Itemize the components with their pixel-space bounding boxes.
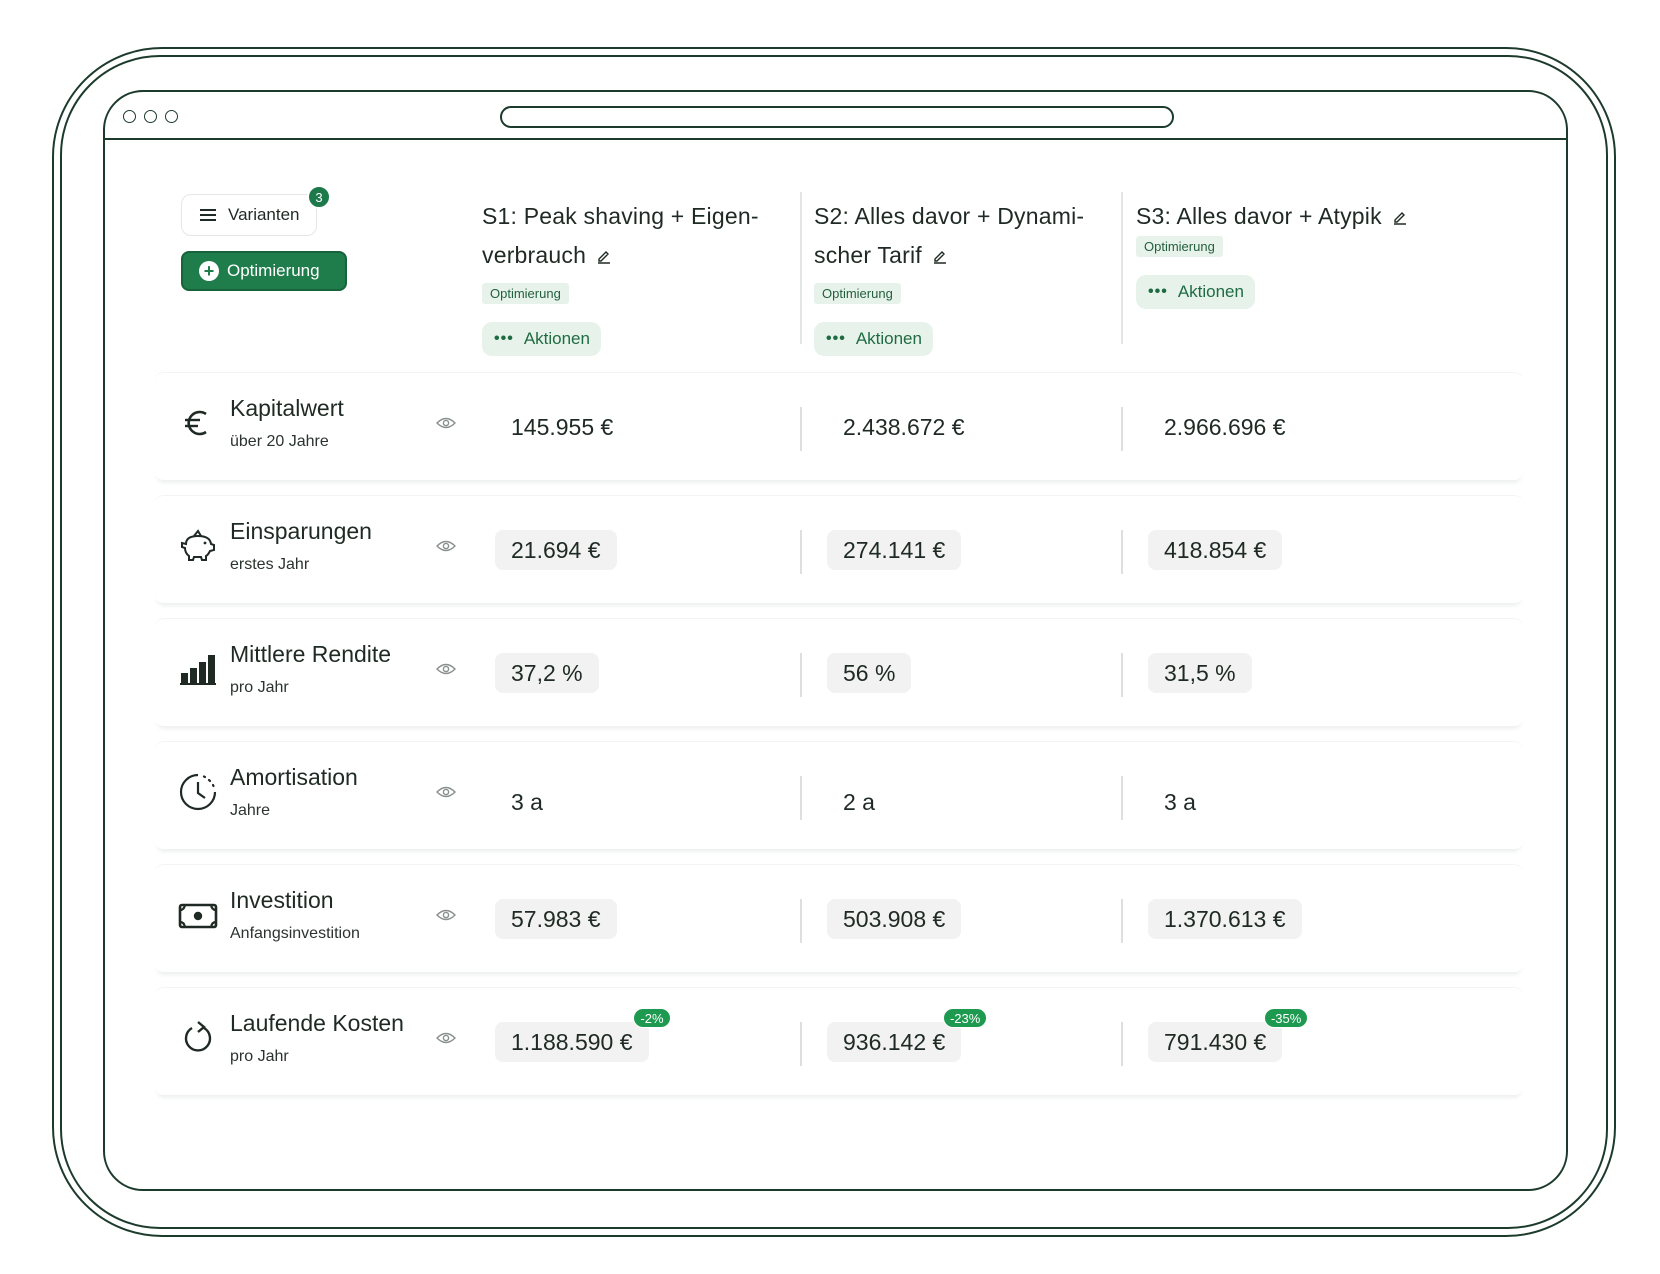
url-bar[interactable] (500, 106, 1174, 128)
row-divider (800, 530, 802, 574)
metric-row-einsparungen: Einsparungen erstes Jahr 21.694 € 274.14… (154, 495, 1524, 603)
euro-icon (185, 410, 207, 436)
metric-value: 791.430 € -35% (1148, 1008, 1309, 1062)
metric-label: Kapitalwert (230, 395, 344, 421)
eye-icon[interactable] (436, 416, 456, 430)
more-dots-icon: ••• (1148, 283, 1168, 300)
plus-icon: + (199, 261, 219, 281)
metric-value: 2.438.672 € (843, 413, 965, 440)
menu-icon (200, 209, 216, 221)
pencil-icon[interactable] (1392, 210, 1408, 226)
more-dots-icon: ••• (494, 330, 514, 347)
metric-value: 503.908 € (827, 899, 962, 939)
row-divider (800, 1022, 802, 1066)
scenario-header-s2: S2: Alles davor + Dynami- scher Tarif Op… (814, 197, 1084, 356)
eye-icon[interactable] (436, 785, 456, 799)
metric-value: 2 a (843, 788, 875, 815)
metric-value: 56 % (827, 653, 912, 693)
metric-sub: über 20 Jahre (230, 433, 329, 450)
actions-button[interactable]: ••• Aktionen (814, 322, 933, 356)
scenario-tag: Optimierung (1136, 236, 1223, 257)
eye-icon[interactable] (436, 908, 456, 922)
metric-sub: pro Jahr (230, 1048, 289, 1065)
scenario-header-s1: S1: Peak shaving + Eigen- verbrauch Opti… (482, 197, 759, 356)
row-divider (1121, 899, 1123, 943)
row-divider (1121, 776, 1123, 820)
scenario-title: S2: Alles davor + Dynami- scher Tarif (814, 203, 1085, 268)
row-divider (1121, 1022, 1123, 1066)
metric-sub: Jahre (230, 802, 271, 819)
add-optimization-label: Optimierung (227, 261, 320, 280)
metric-value: 418.854 € (1148, 530, 1283, 570)
bar-chart-icon (180, 655, 216, 685)
metric-value: 936.142 € -23% (827, 1008, 988, 1062)
column-divider (800, 192, 802, 344)
scenario-tag: Optimierung (482, 283, 569, 304)
row-divider (800, 407, 802, 451)
pencil-icon[interactable] (932, 249, 948, 265)
metric-value: 1.188.590 € -2% (495, 1008, 671, 1062)
actions-button[interactable]: ••• Aktionen (1136, 275, 1255, 309)
metric-label: Einsparungen (230, 518, 372, 544)
variants-label: Varianten (228, 205, 300, 224)
scenario-title: S1: Peak shaving + Eigen- verbrauch (482, 203, 759, 268)
metric-value: 37,2 % (495, 653, 599, 693)
delta-badge: -23% (942, 1008, 988, 1028)
metric-value: 2.966.696 € (1164, 413, 1286, 440)
pencil-icon[interactable] (596, 249, 612, 265)
metric-sub: erstes Jahr (230, 556, 310, 573)
metric-value: 21.694 € (495, 530, 617, 570)
more-dots-icon: ••• (826, 330, 846, 347)
variants-count-badge: 3 (307, 185, 331, 209)
row-divider (800, 653, 802, 697)
piggy-bank-icon (181, 529, 215, 561)
metric-value: 3 a (511, 788, 543, 815)
metric-value: 145.955 € (511, 413, 614, 440)
row-divider (1121, 407, 1123, 451)
refresh-icon (184, 1021, 212, 1052)
metric-row-kapitalwert: Kapitalwert über 20 Jahre 145.955 € 2.43… (154, 372, 1524, 480)
add-optimization-button[interactable]: + Optimierung (181, 251, 347, 291)
metric-value: 31,5 % (1148, 653, 1252, 693)
window-maximize-dot[interactable] (165, 110, 178, 123)
row-divider (800, 899, 802, 943)
metric-value: 3 a (1164, 788, 1196, 815)
row-divider (1121, 653, 1123, 697)
clock-icon (179, 773, 217, 811)
metric-row-investition: Investition Anfangsinvestition 57.983 € … (154, 864, 1524, 972)
delta-badge: -2% (633, 1008, 671, 1028)
metric-label: Mittlere Rendite (230, 641, 392, 667)
scenario-header-s3: S3: Alles davor + Atypik Optimierung •••… (1136, 197, 1408, 309)
metric-value: 1.370.613 € (1148, 899, 1302, 939)
window-minimize-dot[interactable] (144, 110, 157, 123)
column-divider (1121, 192, 1123, 344)
window-close-dot[interactable] (123, 110, 136, 123)
metric-label: Laufende Kosten (230, 1010, 404, 1036)
metric-row-amortisation: Amortisation Jahre 3 a 2 a 3 a (154, 741, 1524, 849)
banknote-icon (178, 903, 218, 929)
metric-sub: Anfangsinvestition (230, 925, 360, 942)
metric-value: 57.983 € (495, 899, 617, 939)
title-bar (105, 92, 1566, 140)
eye-icon[interactable] (436, 662, 456, 676)
row-divider (800, 776, 802, 820)
metric-value: 274.141 € (827, 530, 962, 570)
row-divider (1121, 530, 1123, 574)
actions-button[interactable]: ••• Aktionen (482, 322, 601, 356)
metric-label: Investition (230, 887, 334, 913)
metric-label: Amortisation (230, 764, 358, 790)
eye-icon[interactable] (436, 539, 456, 553)
metric-row-mittlere-rendite: Mittlere Rendite pro Jahr 37,2 % 56 % 31… (154, 618, 1524, 726)
variants-button[interactable]: Varianten (181, 194, 317, 236)
metric-sub: pro Jahr (230, 679, 289, 696)
scenario-title: S3: Alles davor + Atypik (1136, 197, 1408, 236)
eye-icon[interactable] (436, 1031, 456, 1045)
browser-window: Varianten 3 + Optimierung S1: Peak shavi… (103, 90, 1568, 1191)
metric-row-laufende-kosten: Laufende Kosten pro Jahr 1.188.590 € -2%… (154, 987, 1524, 1095)
delta-badge: -35% (1263, 1008, 1309, 1028)
scenario-tag: Optimierung (814, 283, 901, 304)
